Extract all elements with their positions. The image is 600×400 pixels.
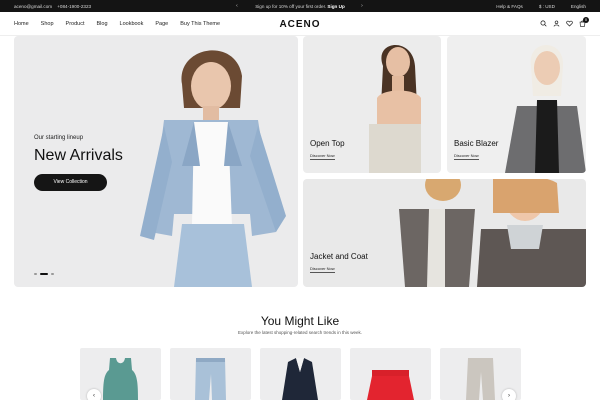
category-tile-open-top[interactable]: Open Top Discover Now bbox=[303, 36, 441, 173]
view-collection-button[interactable]: View Collection bbox=[34, 174, 107, 191]
category-tile-jacket-coat[interactable]: Jacket and Coat Discover Now bbox=[303, 179, 586, 287]
language-selector[interactable]: English bbox=[571, 4, 586, 9]
cart-count-badge: 0 bbox=[583, 17, 589, 23]
user-icon[interactable] bbox=[553, 20, 560, 27]
product-card-red-skirt[interactable] bbox=[350, 348, 431, 400]
heart-icon[interactable] bbox=[566, 20, 573, 27]
help-link[interactable]: Help & FAQs bbox=[496, 4, 523, 9]
hero-banner[interactable]: Our starting lineup New Arrivals View Co… bbox=[14, 36, 298, 287]
currency-selector[interactable]: $ : USD bbox=[539, 4, 555, 9]
section-subtitle: Explore the latest shopping-related sear… bbox=[237, 330, 363, 335]
product-card-jeans[interactable] bbox=[170, 348, 251, 400]
hero-kicker: Our starting lineup bbox=[34, 135, 84, 141]
tile-title: Basic Blazer bbox=[454, 139, 499, 148]
promo-next-arrow[interactable]: › bbox=[361, 3, 363, 9]
tile-title: Jacket and Coat bbox=[310, 252, 368, 261]
tile-title: Open Top bbox=[310, 139, 345, 148]
search-icon[interactable] bbox=[540, 20, 547, 27]
carousel-prev-button[interactable]: ‹ bbox=[87, 389, 101, 400]
carousel-next-button[interactable]: › bbox=[502, 389, 516, 400]
site-header: Home Shop Product Blog Lookbook Page Buy… bbox=[0, 12, 600, 36]
slide-dot-3[interactable] bbox=[51, 273, 54, 275]
blazer-image bbox=[282, 358, 318, 400]
slide-dot-1[interactable] bbox=[34, 273, 37, 275]
jacket-models-illustration bbox=[399, 179, 586, 287]
signup-link[interactable]: Sign Up bbox=[327, 4, 344, 9]
announcement-bar: aceno@gmail.com +084-1900-2323 ‹ Sign up… bbox=[0, 0, 600, 12]
hero-title: New Arrivals bbox=[34, 147, 123, 164]
slider-pagination bbox=[34, 273, 54, 275]
slide-dot-2[interactable] bbox=[40, 273, 48, 275]
discover-now-link[interactable]: Discover Now bbox=[310, 266, 335, 273]
red-skirt-image bbox=[367, 370, 414, 400]
site-logo[interactable]: ACENO bbox=[0, 19, 600, 30]
cart-icon[interactable]: 0 bbox=[579, 17, 589, 27]
jeans-image bbox=[195, 358, 226, 400]
section-title: You Might Like bbox=[260, 314, 340, 328]
discover-now-link[interactable]: Discover Now bbox=[454, 153, 479, 160]
discover-now-link[interactable]: Discover Now bbox=[310, 153, 335, 160]
promo-text: Sign up for 10% off your first order. bbox=[255, 3, 327, 9]
product-card-blazer[interactable] bbox=[260, 348, 341, 400]
category-tile-basic-blazer[interactable]: Basic Blazer Discover Now bbox=[447, 36, 586, 173]
